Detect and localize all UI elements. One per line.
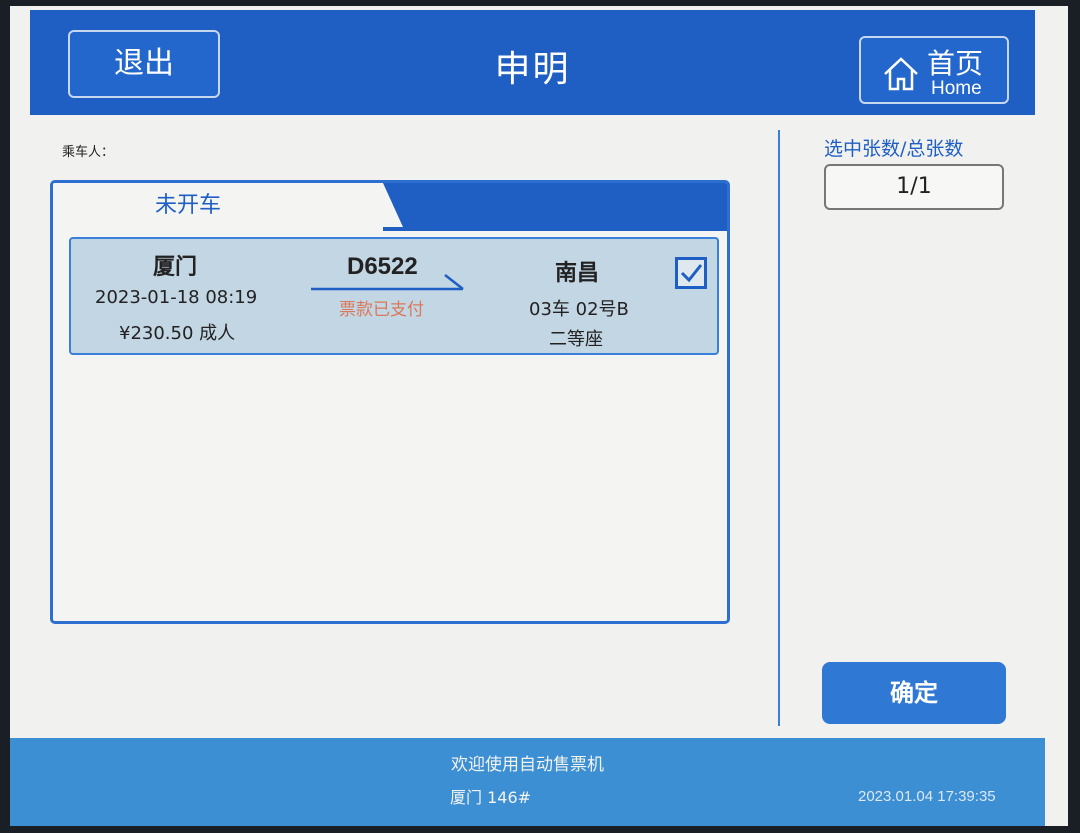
- tab-other[interactable]: [403, 183, 727, 227]
- to-station: 南昌: [555, 261, 600, 286]
- current-datetime: 2023.01.04 17:39:35: [858, 788, 996, 805]
- selection-count-value: 1/1: [824, 164, 1004, 210]
- seat-number: 03车 02号B: [529, 299, 629, 320]
- selection-count-label: 选中张数/总张数: [824, 138, 964, 160]
- ticket-row[interactable]: 厦门 2023-01-18 08:19 ¥230.50 成人 D6522 票款已…: [69, 237, 719, 355]
- tab-not-departed[interactable]: 未开车: [53, 183, 383, 231]
- payment-status: 票款已支付: [339, 300, 424, 320]
- departure-time: 2023-01-18 08:19: [95, 287, 258, 308]
- passenger-label: 乘车人：: [62, 145, 115, 160]
- from-station: 厦门: [153, 255, 198, 280]
- home-label-zh: 首页: [927, 47, 984, 80]
- machine-location: 厦门 146#: [450, 788, 532, 807]
- welcome-text: 欢迎使用自动售票机: [451, 755, 604, 775]
- home-label-en: Home: [931, 78, 982, 99]
- header-bar: 退出 申明 首页 Home: [30, 10, 1035, 115]
- seat-class: 二等座: [549, 329, 603, 350]
- tab-bar: 未开车: [53, 183, 727, 233]
- arrow-right-icon: [311, 274, 464, 291]
- kiosk-screen: 退出 申明 首页 Home 乘车人： 未开车 厦门 2023-01-18 08:…: [10, 6, 1068, 826]
- ticket-price: ¥230.50 成人: [119, 323, 236, 344]
- ticket-panel: 未开车 厦门 2023-01-18 08:19 ¥230.50 成人 D6522…: [50, 180, 730, 624]
- vertical-divider: [778, 130, 780, 726]
- footer-bar: 欢迎使用自动售票机 厦门 146# 2023.01.04 17:39:35: [10, 738, 1045, 826]
- confirm-button[interactable]: 确定: [822, 662, 1006, 724]
- home-icon: [884, 57, 918, 91]
- check-icon: [680, 264, 703, 283]
- home-button[interactable]: 首页 Home: [859, 36, 1009, 104]
- ticket-checkbox[interactable]: [675, 257, 707, 289]
